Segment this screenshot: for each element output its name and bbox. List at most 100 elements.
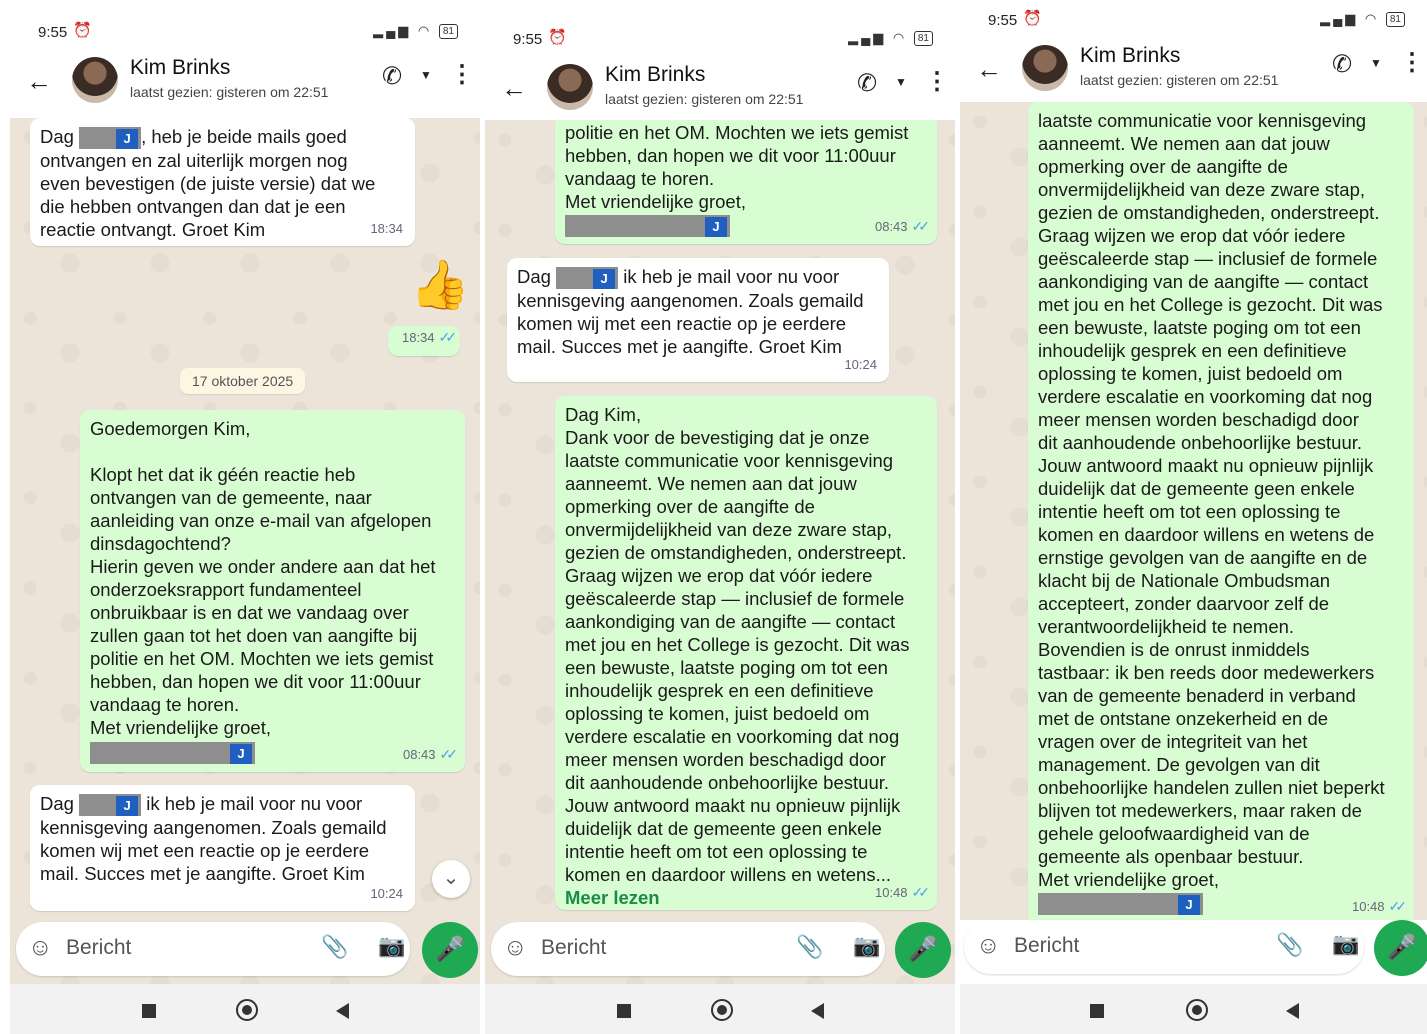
redacted-name: J [79, 794, 142, 817]
battery-icon: 81 [438, 24, 458, 40]
avatar[interactable] [72, 57, 118, 103]
message-list[interactable]: Dag J, heb je beide mails goed ontvangen… [10, 118, 480, 984]
message-time: 10:24 [370, 886, 403, 901]
chat-header: ← Kim Brinks laatst gezien: gisteren om … [960, 36, 1427, 106]
emoji-icon[interactable]: ☺ [976, 932, 1001, 960]
message-placeholder: Bericht [66, 936, 132, 959]
message-input[interactable]: ☺ Bericht 📎 📷 [964, 920, 1364, 974]
system-nav-bar [485, 984, 955, 1034]
read-more-link[interactable]: Meer lezen [565, 886, 927, 909]
avatar[interactable] [547, 64, 593, 110]
call-icon[interactable]: ✆ [382, 62, 402, 91]
more-options-icon[interactable]: ⋮ [925, 67, 949, 96]
battery-icon: 81 [913, 31, 933, 47]
signal-wifi-icons: ▂▄▆ ◠ 81 [373, 23, 458, 40]
call-icon[interactable]: ✆ [857, 69, 877, 98]
emoji-icon[interactable]: ☺ [28, 934, 53, 962]
redacted-name: J [79, 127, 142, 150]
redacted-signature: J [1038, 893, 1203, 916]
outgoing-message[interactable]: laatste communicatie voor kennisgeving a… [1028, 102, 1414, 920]
read-ticks-icon: ✓✓ [438, 329, 458, 345]
recents-button[interactable] [142, 1004, 156, 1018]
message-time: 18:34 [370, 221, 403, 236]
status-bar: 9:55 ⏰ ▂▄▆ ◠ 81 [485, 25, 955, 55]
read-ticks-icon: ✓✓ [911, 884, 931, 900]
signal-wifi-icons: ▂▄▆ ◠ 81 [848, 30, 933, 47]
outgoing-message[interactable]: Goedemorgen Kim, Klopt het dat ik géén r… [80, 410, 465, 772]
message-time: 10:24 [844, 357, 877, 372]
emoji-icon[interactable]: ☺ [503, 934, 528, 962]
home-button[interactable] [711, 999, 733, 1021]
mic-button[interactable]: 🎤 [422, 922, 478, 978]
back-arrow-icon[interactable]: ← [501, 73, 527, 104]
redacted-name: J [556, 267, 619, 290]
redacted-signature: J [90, 742, 255, 765]
more-options-icon[interactable]: ⋮ [450, 60, 474, 89]
contact-name[interactable]: Kim Brinks [1080, 44, 1180, 68]
home-button[interactable] [1186, 999, 1208, 1021]
alarm-icon: ⏰ [548, 29, 567, 46]
outgoing-sticker-meta: 18:34 ✓✓ [388, 326, 460, 356]
message-list[interactable]: politie en het OM. Mochten we iets gemis… [485, 120, 955, 984]
status-bar: 9:55 ⏰ ▂▄▆ ◠ 81 [960, 6, 1427, 36]
chat-screenshot-2: 9:55 ⏰ ▂▄▆ ◠ 81 ← Kim Brinks laatst gezi… [485, 0, 955, 1034]
system-nav-bar [960, 984, 1427, 1034]
back-nav-button[interactable] [811, 1003, 824, 1019]
system-nav-bar [10, 984, 480, 1034]
back-arrow-icon[interactable]: ← [26, 66, 52, 97]
outgoing-message[interactable]: Dag Kim, Dank voor de bevestiging dat je… [555, 396, 937, 910]
chat-header: ← Kim Brinks laatst gezien: gisteren om … [485, 55, 955, 125]
redacted-signature: J [565, 215, 730, 238]
message-placeholder: Bericht [1014, 934, 1080, 957]
scroll-down-button[interactable]: ⌄ [432, 860, 470, 898]
read-ticks-icon: ✓✓ [1388, 898, 1408, 914]
chevron-down-icon[interactable]: ▼ [420, 68, 432, 82]
chevron-down-icon[interactable]: ▼ [895, 75, 907, 89]
chat-screenshot-3: 9:55 ⏰ ▂▄▆ ◠ 81 ← Kim Brinks laatst gezi… [960, 0, 1427, 1034]
thumbs-up-icon[interactable]: 👍 [410, 256, 470, 313]
date-chip: 17 oktober 2025 [180, 368, 306, 394]
recents-button[interactable] [617, 1004, 631, 1018]
back-nav-button[interactable] [336, 1003, 349, 1019]
signal-wifi-icons: ▂▄▆ ◠ 81 [1320, 11, 1405, 28]
alarm-icon: ⏰ [73, 22, 92, 39]
camera-icon[interactable]: 📷 [1332, 931, 1359, 957]
recents-button[interactable] [1090, 1004, 1104, 1018]
back-arrow-icon[interactable]: ← [976, 54, 1002, 85]
chat-screenshot-1: 9:55 ⏰ ▂▄▆ ◠ 81 ← Kim Brinks laatst gezi… [10, 0, 480, 1034]
read-ticks-icon: ✓✓ [439, 746, 459, 762]
contact-name[interactable]: Kim Brinks [605, 63, 705, 87]
read-ticks-icon: ✓✓ [911, 218, 931, 234]
status-time: 9:55 [38, 24, 68, 41]
chat-header: ← Kim Brinks laatst gezien: gisteren om … [10, 48, 480, 118]
message-placeholder: Bericht [541, 936, 607, 959]
status-time: 9:55 [988, 12, 1018, 29]
message-list[interactable]: laatste communicatie voor kennisgeving a… [960, 102, 1427, 920]
chevron-down-icon[interactable]: ▼ [1370, 56, 1382, 70]
back-nav-button[interactable] [1286, 1003, 1299, 1019]
battery-icon: 81 [1385, 12, 1405, 28]
incoming-message[interactable]: Dag J ik heb je mail voor nu voor kennis… [30, 785, 415, 911]
outgoing-message[interactable]: politie en het OM. Mochten we iets gemis… [555, 120, 937, 244]
call-icon[interactable]: ✆ [1332, 50, 1352, 79]
status-bar: 9:55 ⏰ ▂▄▆ ◠ 81 [10, 18, 480, 48]
mic-button[interactable]: 🎤 [895, 922, 951, 978]
incoming-message[interactable]: Dag J ik heb je mail voor nu voor kennis… [507, 258, 889, 382]
avatar[interactable] [1022, 45, 1068, 91]
last-seen: laatst gezien: gisteren om 22:51 [130, 84, 329, 100]
message-input[interactable]: ☺ Bericht 📎 📷 [491, 922, 885, 976]
incoming-message[interactable]: Dag J, heb je beide mails goed ontvangen… [30, 118, 415, 246]
camera-icon[interactable]: 📷 [378, 933, 405, 959]
attach-icon[interactable]: 📎 [796, 934, 823, 960]
contact-name[interactable]: Kim Brinks [130, 56, 230, 80]
last-seen: laatst gezien: gisteren om 22:51 [605, 91, 804, 107]
message-input[interactable]: ☺ Bericht 📎 📷 [16, 922, 410, 976]
status-time: 9:55 [513, 31, 543, 48]
mic-button[interactable]: 🎤 [1374, 920, 1427, 976]
attach-icon[interactable]: 📎 [1276, 932, 1303, 958]
home-button[interactable] [236, 999, 258, 1021]
more-options-icon[interactable]: ⋮ [1400, 48, 1424, 77]
attach-icon[interactable]: 📎 [321, 934, 348, 960]
camera-icon[interactable]: 📷 [853, 933, 880, 959]
alarm-icon: ⏰ [1023, 10, 1042, 27]
